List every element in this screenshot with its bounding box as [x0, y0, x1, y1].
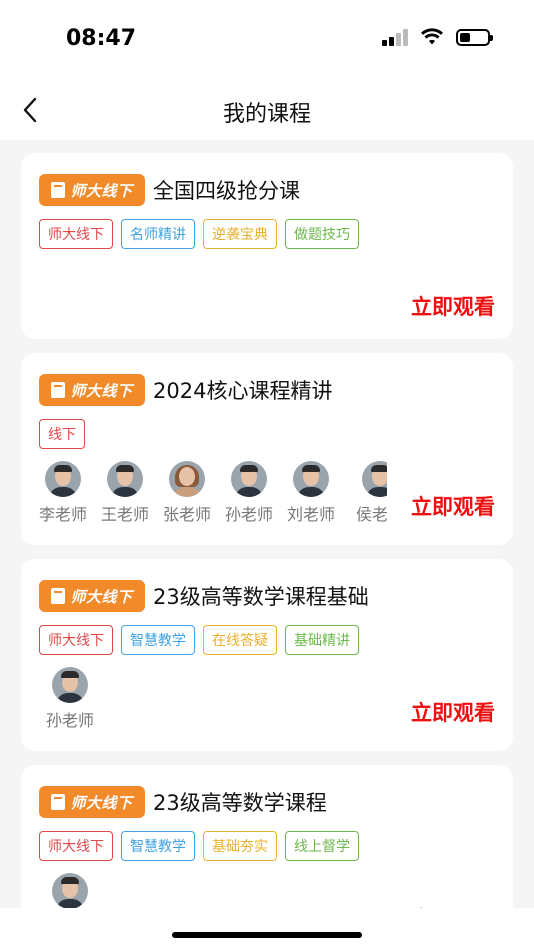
course-header: 师大线下 2024核心课程精讲 — [39, 373, 495, 407]
brand-label: 师大线下 — [70, 793, 133, 812]
course-title: 23级高等数学课程基础 — [153, 585, 369, 609]
brand-label: 师大线下 — [70, 587, 133, 606]
tag-list: 师大线下 智慧教学 在线答疑 基础精讲 — [39, 625, 495, 655]
course-tag: 师大线下 — [39, 831, 113, 861]
course-tag: 基础夯实 — [203, 831, 277, 861]
teacher-list — [39, 873, 387, 909]
course-tag: 做题技巧 — [285, 219, 359, 249]
course-tag: 智慧教学 — [121, 831, 195, 861]
book-icon — [51, 794, 66, 810]
teacher-name: 孙老师 — [225, 505, 274, 524]
teacher-item: 张老师 — [163, 461, 211, 525]
course-tag: 师大线下 — [39, 219, 113, 249]
brand-badge: 师大线下 — [39, 580, 145, 612]
course-card[interactable]: 师大线下 全国四级抢分课 师大线下 名师精讲 逆袭宝典 做题技巧 立即观看 — [21, 153, 513, 339]
brand-badge: 师大线下 — [39, 786, 145, 818]
brand-label: 师大线下 — [70, 381, 133, 400]
avatar — [169, 461, 205, 497]
course-card[interactable]: 师大线下 23级高等数学课程 师大线下 智慧教学 基础夯实 线上督学 立即观看 — [21, 765, 513, 931]
status-time: 08:47 — [66, 26, 137, 51]
course-header: 师大线下 23级高等数学课程 — [39, 785, 495, 819]
teacher-name: 孙老师 — [45, 711, 94, 730]
status-bar: 08:47 — [0, 0, 534, 80]
teacher-name: 王老师 — [101, 505, 150, 524]
home-indicator-area — [0, 908, 534, 950]
brand-label: 师大线下 — [70, 181, 133, 200]
watch-now-button[interactable]: 立即观看 — [411, 291, 495, 321]
cellular-signal-icon — [382, 28, 408, 46]
course-tag: 线下 — [39, 419, 85, 449]
teacher-name: 侯老师 — [355, 505, 387, 524]
course-title: 23级高等数学课程 — [153, 791, 327, 815]
teacher-item: 孙老师 — [225, 461, 273, 525]
teacher-item — [39, 873, 101, 909]
teacher-list: 孙老师 — [39, 667, 387, 731]
teacher-name: 刘老师 — [287, 505, 336, 524]
course-header: 师大线下 23级高等数学课程基础 — [39, 579, 495, 613]
course-header: 师大线下 全国四级抢分课 — [39, 173, 495, 207]
book-icon — [51, 382, 66, 398]
teacher-list: 李老师 王老师 张老师 孙老师 刘老师 侯老师 — [39, 461, 387, 525]
tag-list: 师大线下 智慧教学 基础夯实 线上督学 — [39, 831, 495, 861]
course-tag: 名师精讲 — [121, 219, 195, 249]
avatar — [362, 461, 387, 497]
course-tag: 在线答疑 — [203, 625, 277, 655]
teacher-item: 李老师 — [39, 461, 87, 525]
course-tag: 智慧教学 — [121, 625, 195, 655]
teacher-name: 李老师 — [39, 505, 88, 524]
page-title: 我的课程 — [222, 102, 311, 127]
course-title: 全国四级抢分课 — [153, 179, 300, 203]
nav-bar: 我的课程 — [0, 80, 534, 140]
course-tag: 师大线下 — [39, 625, 113, 655]
teacher-item: 孙老师 — [39, 667, 101, 731]
watch-now-button[interactable]: 立即观看 — [411, 697, 495, 727]
wifi-icon — [421, 28, 443, 45]
avatar — [293, 461, 329, 497]
tag-list: 师大线下 名师精讲 逆袭宝典 做题技巧 — [39, 219, 495, 249]
avatar — [52, 873, 88, 909]
avatar — [52, 667, 88, 703]
tag-list: 线下 — [39, 419, 495, 449]
brand-badge: 师大线下 — [39, 174, 145, 206]
brand-badge: 师大线下 — [39, 374, 145, 406]
course-list: 师大线下 全国四级抢分课 师大线下 名师精讲 逆袭宝典 做题技巧 立即观看 师大… — [21, 153, 513, 939]
course-tag: 基础精讲 — [285, 625, 359, 655]
teacher-item: 侯老师 — [349, 461, 387, 525]
book-icon — [51, 182, 66, 198]
course-card[interactable]: 师大线下 2024核心课程精讲 线下 李老师 王老师 张老师 孙老师 刘老师 侯… — [21, 353, 513, 545]
teacher-item: 刘老师 — [287, 461, 335, 525]
course-card[interactable]: 师大线下 23级高等数学课程基础 师大线下 智慧教学 在线答疑 基础精讲 孙老师… — [21, 559, 513, 751]
course-tag: 线上督学 — [285, 831, 359, 861]
watch-now-button[interactable]: 立即观看 — [411, 491, 495, 521]
avatar — [107, 461, 143, 497]
teacher-name: 张老师 — [163, 505, 212, 524]
book-icon — [51, 588, 66, 604]
course-tag: 逆袭宝典 — [203, 219, 277, 249]
battery-icon — [456, 28, 493, 46]
teacher-item: 王老师 — [101, 461, 149, 525]
status-icons — [382, 28, 493, 46]
avatar — [45, 461, 81, 497]
avatar — [231, 461, 267, 497]
course-title: 2024核心课程精讲 — [153, 379, 333, 403]
home-indicator[interactable] — [172, 932, 362, 938]
